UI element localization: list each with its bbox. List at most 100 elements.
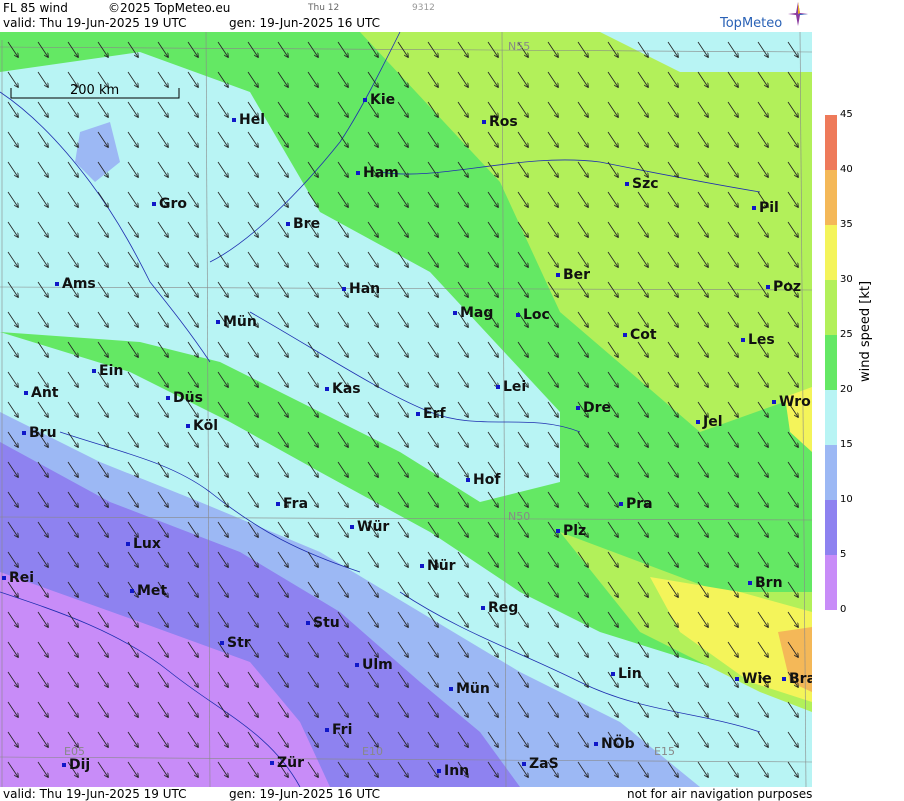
city-marker-icon — [356, 171, 360, 175]
wind-map-canvas — [0, 32, 812, 787]
city-label: Lin — [611, 666, 642, 682]
city-marker-icon — [619, 502, 623, 506]
city-label: Dre — [576, 400, 611, 416]
scale-bar-label: 200 km — [70, 83, 120, 98]
small-time: Thu 12 — [308, 3, 340, 13]
city-name: Lux — [133, 536, 161, 552]
city-marker-icon — [342, 287, 346, 291]
city-marker-icon — [516, 313, 520, 317]
city-name: Rei — [9, 570, 35, 586]
city-label: Nür — [420, 558, 456, 574]
city-name: Plz — [563, 523, 587, 539]
city-label: Hof — [466, 472, 500, 488]
city-marker-icon — [496, 385, 500, 389]
city-name: Dre — [583, 400, 612, 416]
city-name: Szc — [632, 176, 659, 192]
city-name: Gro — [159, 196, 188, 212]
city-label: Pil — [752, 200, 779, 216]
city-marker-icon — [772, 400, 776, 404]
city-name: Köl — [193, 418, 219, 434]
legend-tick-label: 45 — [840, 109, 853, 120]
city-name: Poz — [773, 279, 802, 295]
small-code: 9312 — [412, 3, 435, 13]
city-marker-icon — [92, 369, 96, 373]
city-name: Cot — [630, 327, 657, 343]
city-name: Met — [137, 583, 168, 599]
city-name: Loc — [523, 307, 550, 323]
valid-time: valid: Thu 19-Jun-2025 19 UTC — [3, 16, 187, 30]
city-marker-icon — [62, 763, 66, 767]
city-label: Ein — [92, 363, 123, 379]
city-label: Reg — [481, 600, 518, 616]
city-name: Hof — [473, 472, 501, 488]
city-label: Wür — [350, 519, 389, 535]
city-label: Ros — [482, 114, 518, 130]
city-name: Ant — [31, 385, 59, 401]
city-name: Brn — [755, 575, 783, 591]
city-name: Han — [349, 281, 381, 297]
city-name: Fri — [332, 722, 353, 738]
city-name: Ulm — [362, 657, 393, 673]
city-label: Wro — [772, 394, 811, 410]
legend-tick-label: 40 — [840, 164, 853, 175]
copyright: ©2025 TopMeteo.eu — [108, 1, 231, 15]
city-label: Jel — [696, 414, 723, 430]
city-marker-icon — [55, 282, 59, 286]
city-label: Ulm — [355, 657, 393, 673]
city-marker-icon — [437, 769, 441, 773]
legend-tick-label: 25 — [840, 329, 853, 340]
city-marker-icon — [735, 677, 739, 681]
city-label: Han — [342, 281, 380, 297]
city-label: Inn — [437, 763, 469, 779]
header-bar: FL 85 wind ©2025 TopMeteo.eu Thu 12 9312… — [0, 0, 812, 32]
city-label: Wie — [735, 671, 772, 687]
city-name: Bre — [293, 216, 321, 232]
city-label: Bre — [286, 216, 320, 232]
city-label: Plz — [556, 523, 586, 539]
city-name: ZaS — [529, 756, 559, 772]
city-marker-icon — [449, 687, 453, 691]
city-label: Kie — [363, 92, 395, 108]
city-label: Mün — [216, 314, 257, 330]
city-name: Pra — [626, 496, 653, 512]
city-name: Mün — [223, 314, 257, 330]
city-label: Bru — [22, 425, 57, 441]
city-marker-icon — [306, 621, 310, 625]
city-label: Kas — [325, 381, 361, 397]
city-label: Düs — [166, 390, 203, 406]
city-name: Kas — [332, 381, 361, 397]
city-name: Stu — [313, 615, 340, 631]
city-label: Erf — [416, 406, 446, 422]
city-name: Ber — [563, 267, 591, 283]
city-label: Fra — [276, 496, 308, 512]
city-marker-icon — [152, 202, 156, 206]
city-label: Les — [741, 332, 775, 348]
city-name: Zür — [277, 755, 305, 771]
city-marker-icon — [482, 120, 486, 124]
city-name: Lei — [503, 379, 527, 395]
city-label: Cot — [623, 327, 657, 343]
city-marker-icon — [696, 420, 700, 424]
city-label: Str — [220, 635, 251, 651]
city-marker-icon — [466, 478, 470, 482]
wind-map[interactable]: 200 km N55 N50 E05 E10 E15 Hel Kie Ros Ham S… — [0, 32, 812, 787]
city-marker-icon — [22, 431, 26, 435]
city-marker-icon — [420, 564, 424, 568]
legend-tick-label: 15 — [840, 439, 853, 450]
city-name: Str — [227, 635, 251, 651]
city-marker-icon — [24, 391, 28, 395]
legend-color-band — [825, 500, 837, 555]
city-marker-icon — [166, 396, 170, 400]
city-marker-icon — [556, 529, 560, 533]
legend-color-band — [825, 225, 837, 280]
city-name: Wie — [742, 671, 772, 687]
city-name: Düs — [173, 390, 203, 406]
city-marker-icon — [325, 728, 329, 732]
city-marker-icon — [741, 338, 745, 342]
city-marker-icon — [2, 576, 6, 580]
grid-label-e15: E15 — [654, 745, 675, 758]
legend: 0 5 10 15 20 25 30 35 40 45 — [812, 0, 904, 801]
city-label: Ams — [55, 276, 96, 292]
footer-bar: valid: Thu 19-Jun-2025 19 UTC gen: 19-Ju… — [0, 787, 812, 801]
city-name: Bra — [789, 671, 812, 687]
